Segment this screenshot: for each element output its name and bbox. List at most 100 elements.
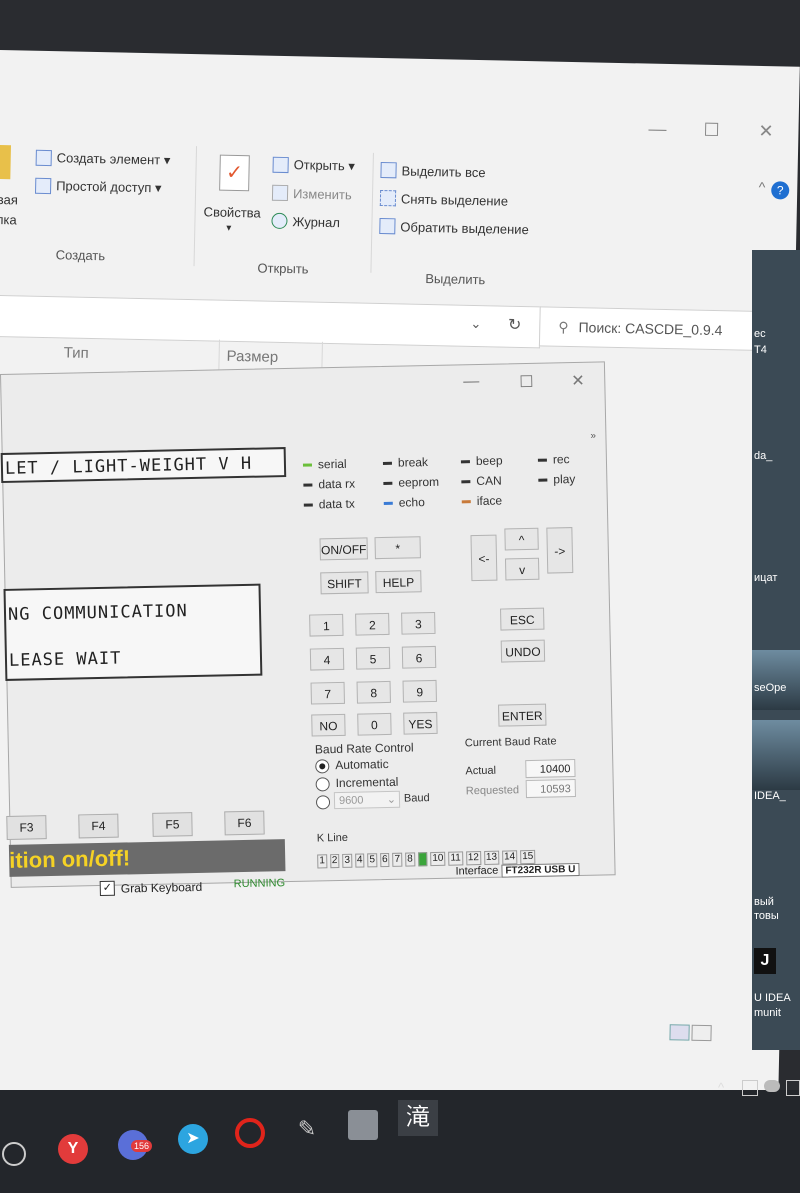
edit-button[interactable]: Изменить: [271, 179, 355, 209]
help-button[interactable]: HELP: [375, 570, 422, 594]
key-9-button[interactable]: 9: [402, 679, 437, 703]
star-button[interactable]: *: [374, 536, 421, 560]
edit-label: Изменить: [292, 185, 352, 202]
properties-dropdown-icon[interactable]: ▾: [226, 223, 231, 234]
intellij-icon[interactable]: J: [754, 948, 776, 974]
properties-label[interactable]: Свойства: [203, 204, 260, 220]
radio-selected-icon[interactable]: [315, 759, 330, 774]
key-0-button[interactable]: 0: [357, 712, 392, 736]
column-header-size[interactable]: Размер: [226, 348, 278, 366]
history-button[interactable]: Журнал: [271, 207, 354, 237]
down-arrow-button[interactable]: v: [504, 557, 540, 581]
tiles-view-icon[interactable]: [691, 1024, 712, 1042]
interface-indicator: Interface FT232R USB U: [455, 862, 580, 878]
select-all-button[interactable]: Выделить все: [380, 156, 530, 187]
right-arrow-button[interactable]: ->: [546, 527, 574, 574]
current-baud-title: Current Baud Rate: [464, 735, 557, 750]
gauge-icon[interactable]: [2, 1142, 26, 1166]
tray-cloud-icon[interactable]: [764, 1080, 780, 1092]
led-label: break: [397, 455, 429, 470]
key-6-button[interactable]: 6: [401, 645, 437, 669]
edit-icon: [271, 184, 289, 202]
details-view-icon[interactable]: [669, 1024, 690, 1041]
undo-button[interactable]: UNDO: [500, 639, 546, 663]
grab-keyboard-checkbox[interactable]: ✓ Grab Keyboard: [99, 879, 203, 897]
properties-icon[interactable]: ✓: [219, 154, 250, 192]
refresh-icon[interactable]: ↻: [508, 315, 522, 335]
radio-icon[interactable]: [315, 777, 330, 792]
led-label: data tx: [318, 496, 355, 512]
tray-device-icon[interactable]: [742, 1080, 758, 1096]
led-column-3: beep CAN iface: [460, 450, 504, 511]
new-folder-label[interactable]: вая пка: [0, 190, 18, 230]
no-button[interactable]: NO: [311, 713, 346, 737]
key-3-button[interactable]: 3: [401, 611, 436, 635]
led-label: data rx: [318, 476, 356, 492]
actual-label: Actual: [465, 764, 497, 778]
f3-button[interactable]: F3: [6, 815, 47, 840]
f6-button[interactable]: F6: [224, 810, 265, 836]
ime-icon[interactable]: 滝: [398, 1100, 438, 1136]
key-8-button[interactable]: 8: [356, 680, 391, 704]
collapse-ribbon-icon[interactable]: ^: [759, 179, 766, 195]
shift-button[interactable]: SHIFT: [320, 571, 369, 595]
close-icon[interactable]: ✕: [758, 121, 774, 142]
onoff-button[interactable]: ON/OFF: [319, 537, 368, 561]
minimize-icon[interactable]: —: [463, 373, 479, 391]
desktop-thumbnail: [752, 720, 800, 790]
opera-icon[interactable]: [235, 1118, 265, 1148]
search-placeholder: Поиск: CASCDE_0.9.4: [578, 319, 723, 339]
enter-button[interactable]: ENTER: [498, 703, 547, 727]
key-4-button[interactable]: 4: [309, 647, 345, 671]
close-icon[interactable]: ✕: [571, 371, 585, 391]
yandex-browser-icon[interactable]: Y: [58, 1134, 88, 1164]
new-item-button[interactable]: Создать элемент ▾: [35, 144, 171, 175]
desktop-label: ицат: [754, 572, 778, 584]
key-7-button[interactable]: 7: [310, 681, 345, 705]
help-icon[interactable]: ?: [771, 181, 790, 200]
easy-access-icon: [34, 177, 52, 195]
invert-selection-label: Обратить выделение: [400, 218, 529, 237]
baud-unit-label: Baud: [403, 792, 430, 805]
kline-pin: 10: [430, 851, 446, 867]
invert-selection-button[interactable]: Обратить выделение: [379, 212, 529, 243]
app-icon[interactable]: [348, 1110, 378, 1140]
column-header-type[interactable]: Тип: [63, 344, 88, 362]
tray-chevron-icon[interactable]: ^: [718, 1080, 724, 1095]
up-arrow-button[interactable]: ^: [504, 527, 539, 551]
key-5-button[interactable]: 5: [355, 646, 391, 670]
maximize-icon[interactable]: ☐: [519, 372, 534, 392]
radio-automatic[interactable]: Automatic: [315, 757, 389, 774]
address-bar[interactable]: ⌄ ↻: [0, 294, 541, 349]
open-button[interactable]: Открыть ▾: [272, 151, 355, 181]
tray-network-icon[interactable]: [786, 1080, 800, 1096]
notification-badge: 156: [131, 1140, 153, 1152]
radio-icon[interactable]: [315, 795, 331, 810]
paint-icon[interactable]: ✎: [292, 1114, 322, 1144]
select-none-button[interactable]: Снять выделение: [379, 184, 530, 215]
interface-label: Interface: [455, 864, 499, 878]
window-controls: — ☐ ✕: [648, 119, 789, 152]
new-item-icon: [35, 149, 52, 167]
left-arrow-button[interactable]: <-: [470, 534, 498, 582]
lcd-line-2: LEASE WAIT: [8, 648, 122, 671]
baud-control-title: Baud Rate Control: [314, 740, 414, 757]
search-input[interactable]: ⚲ Поиск: CASCDE_0.9.4: [538, 306, 770, 352]
f4-button[interactable]: F4: [78, 813, 119, 839]
led-icon: [303, 502, 313, 507]
yes-button[interactable]: YES: [403, 711, 438, 735]
expand-icon[interactable]: »: [590, 431, 596, 442]
easy-access-button[interactable]: Простой доступ ▾: [34, 172, 170, 203]
key-2-button[interactable]: 2: [355, 612, 390, 636]
baud-select[interactable]: 9600 ⌄: [333, 790, 401, 810]
key-1-button[interactable]: 1: [309, 613, 344, 637]
led-column-4: rec play: [537, 449, 576, 490]
maximize-icon[interactable]: ☐: [703, 120, 720, 141]
f5-button[interactable]: F5: [152, 812, 193, 837]
minimize-icon[interactable]: —: [648, 119, 666, 140]
radio-incremental[interactable]: Incremental: [315, 775, 398, 792]
chevron-down-icon[interactable]: ⌄: [470, 316, 481, 332]
telegram-icon[interactable]: ➤: [178, 1124, 208, 1154]
checkbox-checked-icon[interactable]: ✓: [99, 880, 115, 897]
esc-button[interactable]: ESC: [500, 607, 545, 631]
